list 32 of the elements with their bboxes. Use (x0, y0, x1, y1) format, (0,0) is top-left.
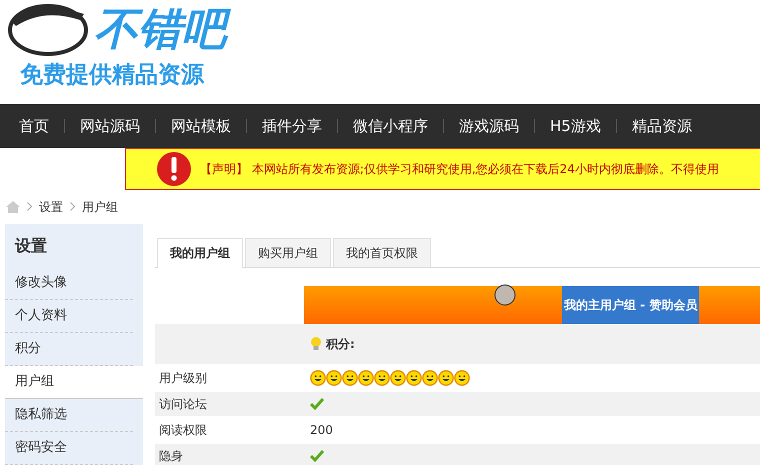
checkmark-icon (310, 398, 324, 410)
checkmark-icon (310, 450, 324, 462)
nav-link[interactable]: 网站源码 (80, 116, 140, 136)
nav-link[interactable]: H5游戏 (550, 116, 601, 136)
sidebar-item[interactable]: 用户组 (5, 366, 143, 399)
row-value: 200 (310, 423, 333, 437)
sidebar-item[interactable]: 修改头像 (5, 267, 133, 300)
tab[interactable]: 我的用户组 (157, 238, 243, 268)
sidebar-item[interactable]: 个人资料 (5, 300, 133, 333)
notice-text: 【声明】 本网站所有发布资源;仅供学习和研究使用,您必须在下载后24小时内彻底删除。不得使用 (200, 160, 719, 178)
tab[interactable]: 购买用户组 (245, 238, 331, 267)
nav-link[interactable]: 游戏源码 (459, 116, 519, 136)
warning-icon (156, 151, 192, 187)
nav-link[interactable]: 首页 (19, 116, 49, 136)
home-icon[interactable] (6, 201, 20, 213)
breadcrumb-link[interactable]: 设置 (39, 198, 63, 216)
nav-link[interactable]: 网站模板 (171, 116, 231, 136)
nav-link[interactable]: 精品资源 (632, 116, 692, 136)
row-label: 访问论坛 (155, 392, 304, 418)
nav-link[interactable]: 微信小程序 (353, 116, 428, 136)
row-label: 隐身 (155, 444, 304, 465)
bulb-icon (310, 337, 322, 351)
sidebar-item[interactable]: 密码安全 (5, 432, 133, 465)
group-title: 我的主用户组 - 赞助会员 (562, 286, 700, 324)
site-logo-title: 不错吧 (92, 0, 238, 60)
sidebar-item[interactable]: 隐私筛选 (5, 399, 133, 432)
avatar (494, 284, 516, 306)
site-slogan: 免费提供精品资源 (20, 61, 206, 90)
sidebar-title: 设置 (14, 235, 48, 257)
tab[interactable]: 我的首页权限 (333, 238, 431, 267)
nav-link[interactable]: 插件分享 (262, 116, 322, 136)
points-label: 积分: (326, 336, 355, 352)
